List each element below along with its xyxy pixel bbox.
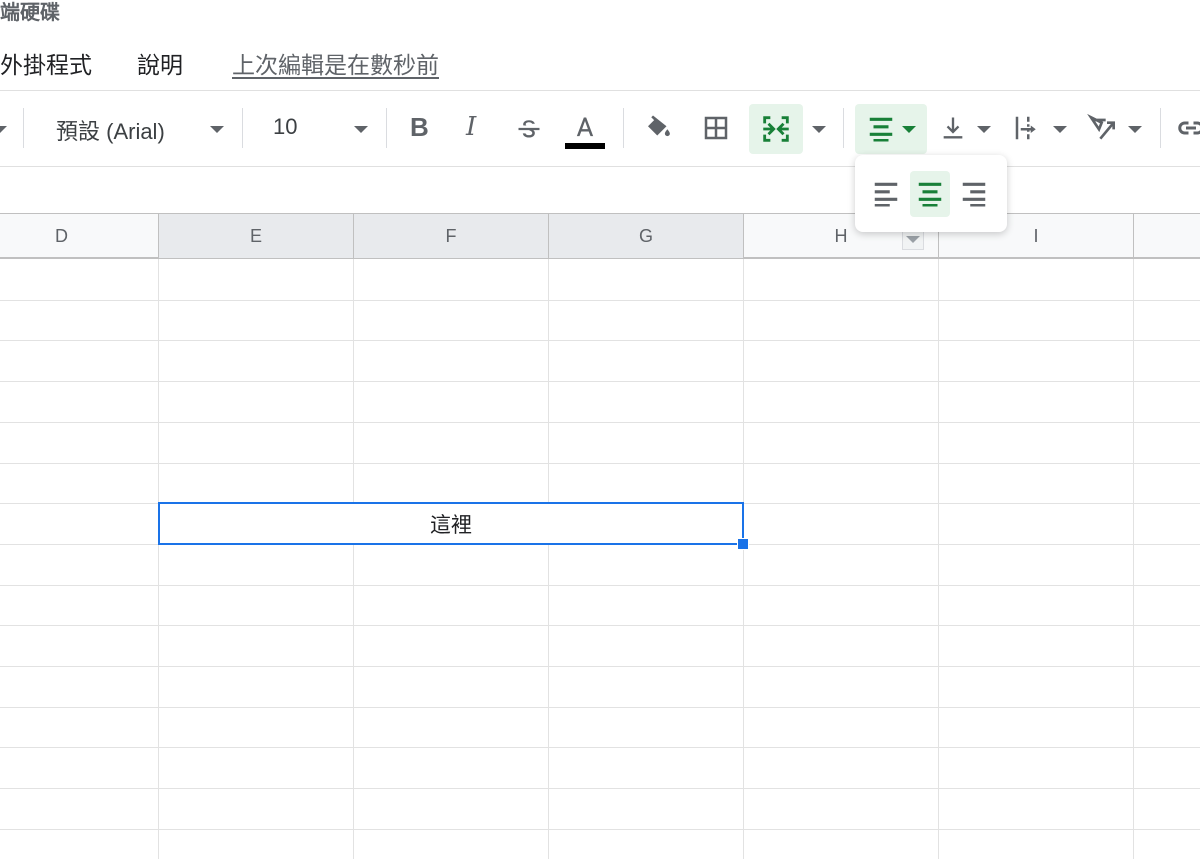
row-gridline	[0, 706, 1200, 708]
column-gridline	[353, 259, 354, 859]
fill-handle[interactable]	[737, 538, 749, 550]
fill-color-button[interactable]	[640, 110, 676, 146]
row-gridline	[0, 340, 1200, 342]
chevron-down-icon[interactable]	[812, 126, 826, 133]
column-gridline	[1133, 259, 1134, 859]
selected-merged-cell[interactable]: 這裡	[158, 502, 744, 545]
row-gridline	[0, 747, 1200, 749]
horizontal-align-menu	[855, 155, 1007, 232]
column-header-f[interactable]: F	[354, 214, 549, 258]
row-gridline	[0, 666, 1200, 667]
divider	[242, 108, 243, 148]
text-rotation-icon	[1087, 113, 1115, 140]
column-header-g[interactable]: G	[549, 214, 744, 258]
row-gridline	[0, 299, 1200, 301]
italic-button[interactable]: I	[466, 112, 476, 142]
bold-button[interactable]: B	[410, 112, 429, 143]
chevron-down-icon[interactable]	[977, 126, 991, 133]
menu-addons[interactable]: 外掛程式	[0, 46, 92, 80]
column-gridline	[938, 259, 939, 859]
insert-link-button[interactable]	[1176, 112, 1200, 144]
row-gridline	[0, 381, 1200, 383]
divider	[843, 108, 844, 148]
strikethrough-icon	[518, 120, 540, 138]
last-edit-link[interactable]: 上次編輯是在數秒前	[232, 46, 439, 80]
row-gridline	[0, 788, 1200, 790]
align-right-option[interactable]	[955, 173, 993, 215]
align-center-icon	[918, 182, 942, 207]
strikethrough-button[interactable]	[512, 112, 546, 146]
divider	[1160, 108, 1161, 148]
text-wrap-button[interactable]	[1010, 110, 1044, 146]
column-gridline	[548, 259, 549, 859]
font-family-select[interactable]: 預設 (Arial)	[56, 114, 165, 146]
horizontal-align-button[interactable]	[855, 104, 927, 154]
divider	[23, 108, 24, 148]
divider	[0, 166, 1200, 167]
row-gridline	[0, 828, 1200, 830]
column-gridline	[743, 259, 744, 859]
chevron-down-icon[interactable]	[210, 126, 224, 133]
borders-icon	[704, 116, 728, 140]
row-gridline	[0, 421, 1200, 423]
align-bottom-icon	[943, 117, 963, 139]
chevron-down-icon	[906, 235, 920, 243]
paint-bucket-icon	[648, 115, 670, 137]
menu-help[interactable]: 說明	[137, 46, 183, 80]
chevron-down-icon[interactable]	[0, 126, 7, 133]
column-header-d[interactable]: D	[0, 214, 159, 258]
column-header-e[interactable]: E	[159, 214, 354, 258]
document-title[interactable]: 端硬碟	[0, 0, 60, 25]
merge-cells-icon	[763, 116, 789, 142]
column-gridline	[158, 259, 159, 859]
chevron-down-icon[interactable]	[354, 126, 368, 133]
column-header-row: D E F G H I	[0, 213, 1200, 259]
row-gridline	[0, 462, 1200, 464]
text-rotation-button[interactable]	[1085, 110, 1121, 146]
column-label: H	[834, 225, 848, 246]
font-size-select[interactable]: 10	[273, 114, 297, 140]
link-icon	[1178, 121, 1200, 135]
borders-button[interactable]	[698, 110, 734, 146]
row-gridline	[0, 625, 1200, 627]
chevron-down-icon[interactable]	[1128, 126, 1142, 133]
divider	[0, 90, 1200, 91]
divider	[386, 108, 387, 148]
align-right-icon	[962, 182, 986, 207]
chevron-down-icon[interactable]	[1053, 126, 1067, 133]
chevron-down-icon	[902, 125, 916, 133]
row-gridline	[0, 584, 1200, 586]
text-color-icon	[576, 117, 594, 137]
text-color-button[interactable]	[565, 108, 605, 154]
align-center-option[interactable]	[910, 171, 950, 217]
align-left-icon	[874, 182, 898, 207]
align-center-icon	[869, 117, 893, 142]
text-overflow-icon	[1015, 116, 1036, 140]
merge-cells-button[interactable]	[749, 104, 803, 154]
divider	[623, 108, 624, 148]
align-left-option[interactable]	[867, 173, 905, 215]
vertical-align-button[interactable]	[938, 110, 968, 146]
text-color-swatch	[565, 143, 605, 149]
